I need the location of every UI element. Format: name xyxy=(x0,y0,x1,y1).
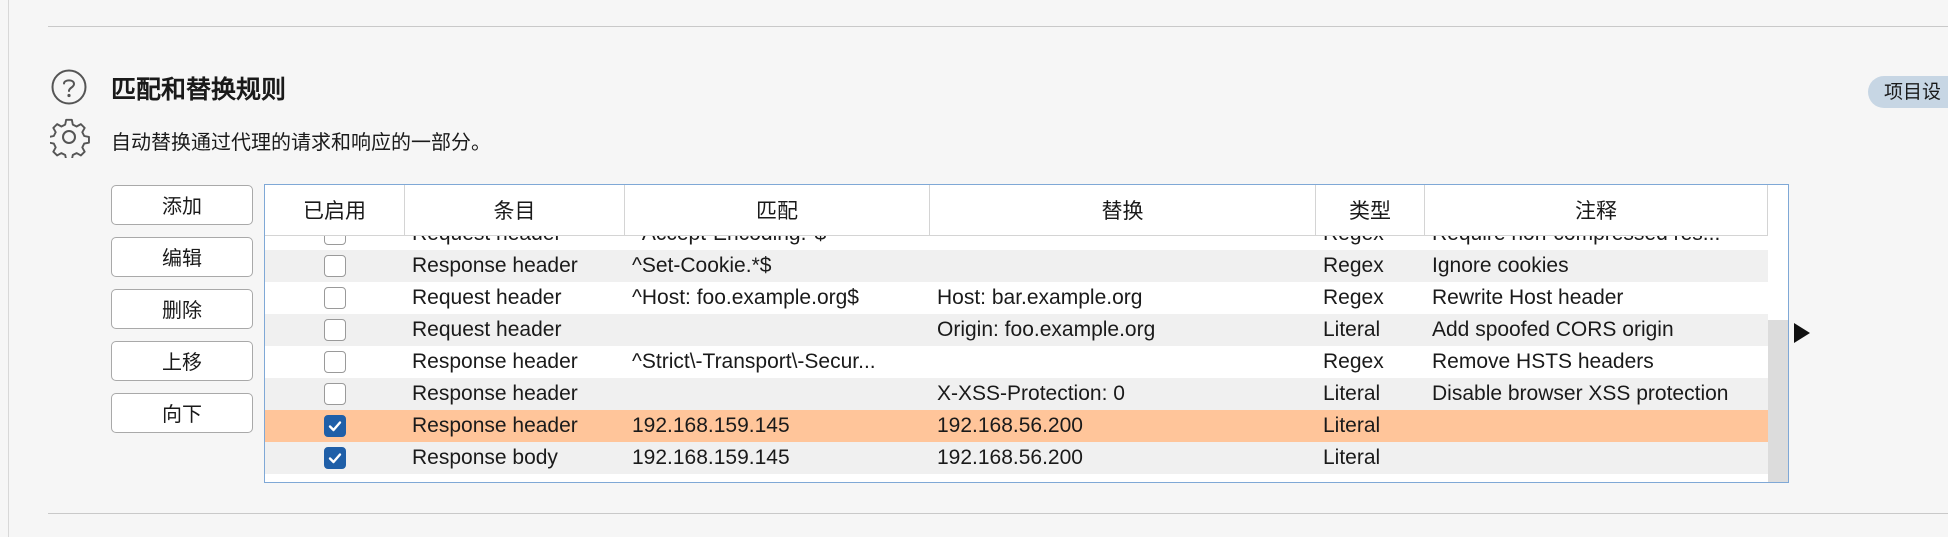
cell-type: Literal xyxy=(1323,414,1381,437)
cell-item: Response header xyxy=(412,350,578,373)
table-row[interactable]: Response header ^Set-Cookie.*$ Regex Ignore… xyxy=(265,250,1768,282)
delete-button[interactable]: 删除 xyxy=(111,289,253,329)
checkbox-unchecked[interactable] xyxy=(324,236,346,245)
cell-comment xyxy=(1425,410,1768,442)
section-description: 自动替换通过代理的请求和响应的一部分。 xyxy=(111,130,491,154)
gear-icon[interactable] xyxy=(48,118,90,161)
cell-match: ^Strict\-Transport\-Secur... xyxy=(632,350,876,373)
column-header-replace[interactable]: 替换 xyxy=(930,185,1316,235)
move-up-button[interactable]: 上移 xyxy=(111,341,253,381)
triangle-right-icon[interactable] xyxy=(1794,323,1810,343)
table-row[interactable]: Response header ^Strict\-Transport\-Secur… xyxy=(265,346,1768,378)
table-row[interactable]: Response header X-XSS-Protection: 0 Litera… xyxy=(265,378,1768,410)
edit-button[interactable]: 编辑 xyxy=(111,237,253,277)
cell-comment: Disable browser XSS protection xyxy=(1432,382,1729,405)
column-header-enabled[interactable]: 已启用 xyxy=(265,185,405,235)
add-button[interactable]: 添加 xyxy=(111,185,253,225)
check-icon xyxy=(328,453,342,464)
cell-replace: Host: bar.example.org xyxy=(937,286,1143,309)
cell-match: 192.168.159.145 xyxy=(632,414,790,437)
cell-comment: Remove HSTS headers xyxy=(1432,350,1654,373)
table-row[interactable]: Response body 192.168.159.145 192.168.56.2… xyxy=(265,442,1768,474)
column-header-type[interactable]: 类型 xyxy=(1316,185,1425,235)
cell-match xyxy=(625,378,930,410)
cell-replace: 192.168.56.200 xyxy=(937,446,1083,469)
checkbox-unchecked[interactable] xyxy=(324,319,346,341)
cell-comment: Rewrite Host header xyxy=(1432,286,1624,309)
cell-item: Request header xyxy=(412,318,562,341)
checkbox-checked[interactable] xyxy=(324,415,346,437)
checkbox-unchecked[interactable] xyxy=(324,383,346,405)
cell-item: Request header xyxy=(412,286,562,309)
cell-replace xyxy=(930,250,1316,282)
cell-match: ^Set-Cookie.*$ xyxy=(632,254,772,277)
table-rows: Request header^Accept-Encoding.*$RegexRe… xyxy=(265,236,1768,474)
check-icon xyxy=(328,421,342,432)
cell-match: ^Host: foo.example.org$ xyxy=(632,286,859,309)
cell-type: Literal xyxy=(1323,318,1381,341)
top-divider xyxy=(48,26,1948,27)
move-down-button[interactable]: 向下 xyxy=(111,393,253,433)
vertical-scrollbar-thumb[interactable] xyxy=(1768,320,1788,482)
project-settings-pill[interactable]: 项目设 xyxy=(1868,76,1948,108)
table-row[interactable]: Response header 192.168.159.145 192.168.56… xyxy=(265,410,1768,442)
cell-comment: Add spoofed CORS origin xyxy=(1432,318,1674,341)
bottom-divider xyxy=(48,513,1948,514)
cell-match xyxy=(625,314,930,346)
cell-item: Request header xyxy=(405,236,625,250)
cell-comment: Require non-compressed res... xyxy=(1425,236,1768,250)
section-title: 匹配和替换规则 xyxy=(111,75,287,104)
cell-match: 192.168.159.145 xyxy=(632,446,790,469)
cell-type: Regex xyxy=(1323,286,1384,309)
column-header-item[interactable]: 条目 xyxy=(405,185,625,235)
cell-item: Response header xyxy=(412,254,578,277)
left-border xyxy=(8,0,9,537)
checkbox-unchecked[interactable] xyxy=(324,255,346,277)
checkbox-checked[interactable] xyxy=(324,447,346,469)
checkbox-unchecked[interactable] xyxy=(324,287,346,309)
table-row[interactable]: Request header^Accept-Encoding.*$ RegexRe… xyxy=(265,236,1768,250)
cell-type: Regex xyxy=(1316,236,1425,250)
cell-replace xyxy=(930,236,1316,250)
table-row[interactable]: Request header ^Host: foo.example.org$ Hos… xyxy=(265,282,1768,314)
table-body: Request header^Accept-Encoding.*$RegexRe… xyxy=(265,236,1768,482)
cell-replace: X-XSS-Protection: 0 xyxy=(937,382,1125,405)
cell-item: Response body xyxy=(412,446,558,469)
cell-replace: 192.168.56.200 xyxy=(937,414,1083,437)
table-header: 已启用 条目 匹配 替换 类型 注释 xyxy=(265,185,1768,236)
column-header-comment[interactable]: 注释 xyxy=(1425,185,1768,235)
cell-comment xyxy=(1425,442,1768,474)
cell-comment: Ignore cookies xyxy=(1432,254,1569,277)
cell-type: Literal xyxy=(1323,382,1381,405)
cell-type: Literal xyxy=(1323,446,1381,469)
column-header-match[interactable]: 匹配 xyxy=(625,185,930,235)
cell-item: Response header xyxy=(412,382,578,405)
cell-type: Regex xyxy=(1323,254,1384,277)
help-circle-icon[interactable] xyxy=(50,68,88,106)
match-replace-panel: 匹配和替换规则 自动替换通过代理的请求和响应的一部分。 项目设 添加 编辑 删除… xyxy=(0,0,1948,537)
cell-match: ^Accept-Encoding.*$ xyxy=(625,236,930,250)
checkbox-unchecked[interactable] xyxy=(324,351,346,373)
cell-type: Regex xyxy=(1323,350,1384,373)
cell-replace: Origin: foo.example.org xyxy=(937,318,1156,341)
rules-table: 已启用 条目 匹配 替换 类型 注释 Request header^Accept… xyxy=(264,184,1789,483)
cell-replace xyxy=(930,346,1316,378)
table-row[interactable]: Request header Origin: foo.example.org Lit… xyxy=(265,314,1768,346)
cell-item: Response header xyxy=(412,414,578,437)
